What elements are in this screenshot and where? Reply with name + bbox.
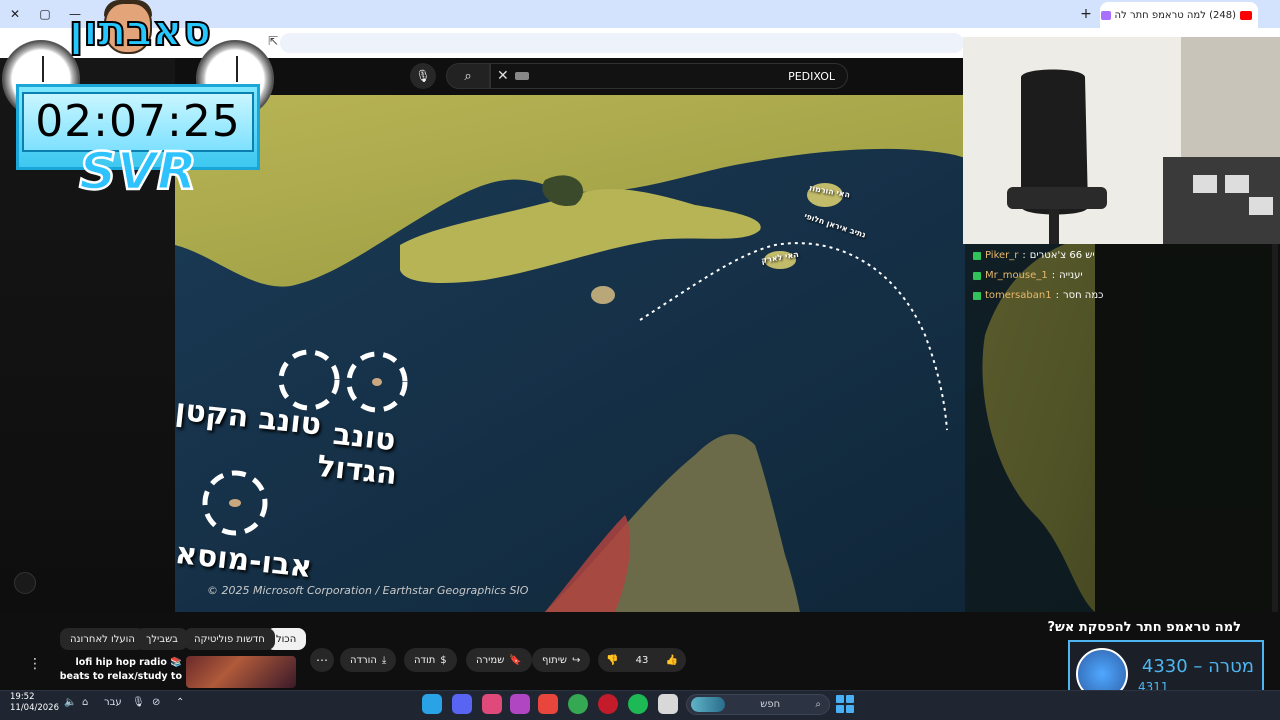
chat-message: כמה חסר : tomersaban1: [973, 290, 1263, 301]
chat-username[interactable]: tomersaban1: [985, 290, 1052, 301]
close-window-button[interactable]: ✕: [0, 0, 30, 28]
spotify-icon[interactable]: [628, 694, 648, 714]
save-button[interactable]: 🔖 שמירה: [466, 648, 532, 672]
twitch-icon: [1100, 10, 1111, 20]
filter-chip-recent[interactable]: הועלו לאחרונה: [60, 628, 145, 650]
tab-title: (248) למה טראמפ חתר לה: [1114, 9, 1236, 21]
windows-start-icon[interactable]: [836, 695, 854, 713]
like-icon[interactable]: 👍: [666, 655, 678, 666]
chat-message: יש 66 צ'אטרים : Piker_r: [973, 250, 1263, 261]
goal-dash: –: [1187, 656, 1203, 677]
share-icon: ↪: [572, 654, 581, 666]
chat-separator: :: [1051, 270, 1056, 281]
globe-icon[interactable]: [14, 572, 36, 594]
language-indicator[interactable]: עבר: [104, 697, 122, 708]
discord-icon[interactable]: [452, 694, 472, 714]
chat-separator: :: [1055, 290, 1059, 301]
youtube-icon: [1240, 10, 1252, 20]
app-icon-2[interactable]: [510, 694, 530, 714]
tune-icon[interactable]: ⇱: [268, 34, 278, 48]
mic-icon[interactable]: 🎙: [132, 697, 145, 708]
thanks-button[interactable]: $ תודה: [404, 648, 457, 672]
badge-icon: [973, 291, 981, 300]
chat-text: יש 66 צ'אטרים: [1029, 250, 1095, 261]
chat-text: כמה חסר: [1062, 290, 1104, 301]
download-icon: ⤓: [381, 654, 387, 666]
close-icon[interactable]: ✕: [497, 68, 509, 84]
video-player-map[interactable]: טונב הקטן טונב הגדול אבו-מוסא האי הורמוז…: [175, 95, 1095, 612]
address-field[interactable]: [280, 33, 964, 53]
chat-text: יענייה: [1059, 270, 1083, 281]
taskbar-time: 19:52: [10, 692, 35, 702]
bookmark-icon: 🔖: [509, 654, 522, 666]
search-query: PEDIXOL: [788, 69, 835, 83]
streamer-title: סאבתון: [68, 5, 212, 56]
save-label: שמירה: [476, 654, 505, 666]
side-video-title[interactable]: lofi hip hop radio 📚 beats to relax/stud…: [50, 656, 182, 684]
video-title: למה טראמפ חתר להפסקת אש?: [1047, 620, 1241, 635]
chevron-up-icon[interactable]: ⌃: [176, 697, 184, 708]
side-video-thumbnail[interactable]: [186, 656, 296, 688]
app-icon[interactable]: [482, 694, 502, 714]
search-input[interactable]: ✕ PEDIXOL: [490, 63, 848, 89]
chat-message: יענייה : 1_Mr_mouse: [973, 270, 1263, 281]
share-button[interactable]: ↪ שיתוף: [532, 648, 591, 672]
taskbar-date: 11/04/2026: [10, 703, 59, 713]
search-highlight-icon: [691, 697, 725, 712]
filter-chip-politics[interactable]: חדשות פוליטיקה: [184, 628, 275, 650]
more-horiz-icon[interactable]: ⋯: [310, 648, 334, 672]
browser-tab[interactable]: (248) למה טראמפ חתר לה ✕: [1100, 2, 1258, 28]
goal-line: מטרה – 4330: [1136, 656, 1254, 677]
mic-icon[interactable]: 🎙: [410, 63, 436, 89]
taskbar-search-placeholder: חפש: [760, 699, 781, 710]
chat-username[interactable]: Piker_r: [985, 250, 1018, 261]
like-count: 43: [635, 654, 649, 666]
search-icon: ⌕: [815, 699, 821, 710]
like-dislike-group: 👍 43 👎: [598, 648, 686, 672]
timer-tag: SVR: [78, 141, 198, 204]
dislike-icon[interactable]: 👎: [606, 655, 618, 666]
chrome-icon[interactable]: [568, 694, 588, 714]
goal-target: 4330: [1141, 656, 1188, 677]
volume-icon[interactable]: 🔈: [64, 697, 76, 708]
map-graphic: [175, 95, 1095, 612]
taskbar-search[interactable]: חפש ⌕: [686, 694, 830, 715]
webcam-feed: [963, 37, 1280, 244]
subathon-timer: 02:07:25: [35, 96, 241, 147]
network-icon[interactable]: ⌂: [82, 697, 88, 708]
goal-label: מטרה: [1208, 656, 1254, 677]
thanks-label: תודה: [414, 654, 436, 666]
download-button[interactable]: ⤓ הורדה: [340, 648, 397, 672]
more-vert-icon[interactable]: ⋮: [28, 656, 42, 672]
search-icon[interactable]: ⌕: [446, 63, 490, 89]
badge-icon: [973, 251, 981, 260]
chat-scrollbar[interactable]: [1272, 244, 1278, 612]
camera-off-icon[interactable]: ⊘: [152, 697, 160, 708]
taskbar-clock[interactable]: 19:52 11/04/2026: [10, 692, 59, 714]
new-tab-button[interactable]: +: [1076, 2, 1096, 26]
chat-separator: :: [1022, 250, 1026, 261]
file-explorer-icon[interactable]: [658, 694, 678, 714]
app-icon-3[interactable]: [538, 694, 558, 714]
download-label: הורדה: [350, 654, 377, 666]
badge-icon: [973, 271, 981, 280]
chat-username[interactable]: 1_Mr_mouse: [985, 270, 1048, 281]
share-label: שיתוף: [542, 654, 568, 666]
keyboard-icon[interactable]: [514, 72, 529, 80]
obs-icon[interactable]: [598, 694, 618, 714]
telegram-icon[interactable]: [422, 694, 442, 714]
thanks-icon: $: [440, 654, 447, 666]
chat-panel: יש 66 צ'אטרים : Piker_r יענייה : 1_Mr_mo…: [965, 244, 1271, 612]
map-copyright: © 2025 Microsoft Corporation / Earthstar…: [207, 584, 529, 597]
